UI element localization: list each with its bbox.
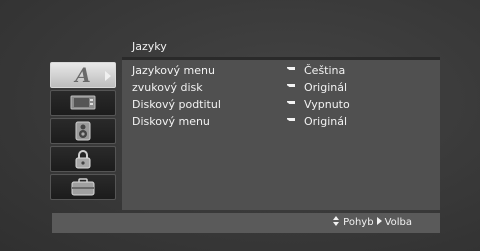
- select-hint-label: Volba: [384, 217, 412, 228]
- audio-speaker-icon: [75, 121, 91, 141]
- setting-value: Originál: [304, 115, 348, 128]
- others-briefcase-icon: [71, 178, 95, 196]
- language-icon: A: [75, 63, 91, 87]
- navigation-hint: Pohyb Volba: [333, 216, 412, 228]
- tab-language[interactable]: A: [50, 62, 116, 88]
- osd-screen: Jazyky A Jazykový menu Čeština zvukový d…: [0, 0, 480, 251]
- selected-arrow-icon: [105, 71, 111, 81]
- setting-value: Vypnuto: [304, 98, 350, 111]
- setting-value: Čeština: [304, 64, 346, 77]
- lock-icon: [75, 150, 91, 169]
- tab-audio[interactable]: [50, 118, 116, 144]
- setting-row-disc-subtitle[interactable]: Diskový podtitul Vypnuto: [132, 97, 432, 113]
- setting-row-audio-disc[interactable]: zvukový disk Originál: [132, 80, 432, 96]
- setting-label: zvukový disk: [132, 81, 203, 94]
- setting-label: Diskový menu: [132, 115, 210, 128]
- setting-value: Originál: [304, 81, 348, 94]
- menu-title: Jazyky: [132, 40, 167, 53]
- right-arrow-icon: [376, 217, 382, 225]
- tab-display[interactable]: [50, 90, 116, 116]
- pointer-icon: [287, 101, 295, 104]
- pointer-icon: [287, 67, 295, 70]
- footer-bar: Pohyb Volba: [52, 213, 440, 233]
- move-hint-label: Pohyb: [343, 217, 374, 228]
- pointer-icon: [287, 118, 295, 121]
- setting-label: Jazykový menu: [132, 64, 215, 77]
- display-icon: [70, 95, 96, 110]
- sidebar: A: [48, 60, 120, 212]
- setting-row-menu-language[interactable]: Jazykový menu Čeština: [132, 63, 432, 79]
- tab-lock[interactable]: [50, 146, 116, 172]
- setting-label: Diskový podtitul: [132, 98, 221, 111]
- up-down-arrows-icon: [333, 216, 340, 226]
- tab-others[interactable]: [50, 174, 116, 200]
- setting-row-disc-menu[interactable]: Diskový menu Originál: [132, 114, 432, 130]
- pointer-icon: [287, 84, 295, 87]
